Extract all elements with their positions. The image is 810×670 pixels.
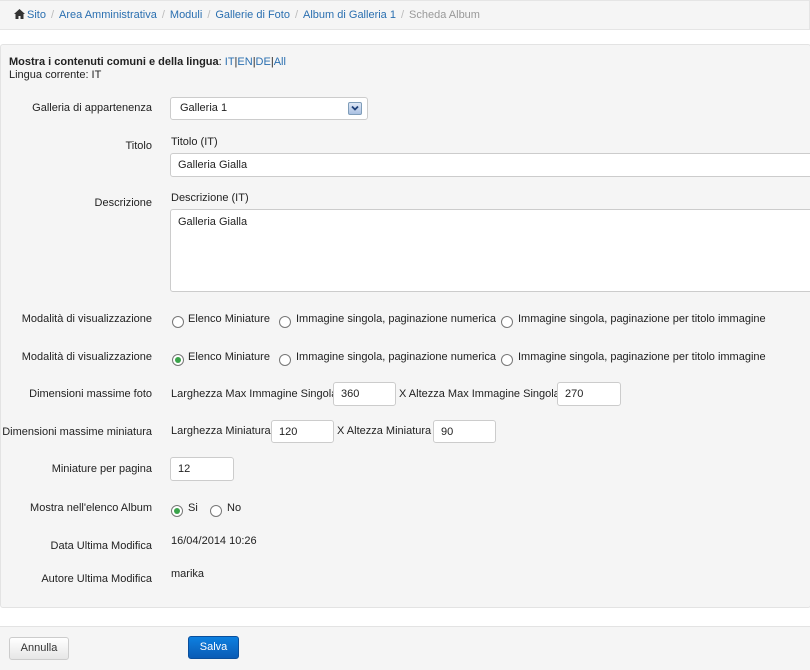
photo-height-input[interactable]: 270 — [557, 382, 621, 406]
gallery-select[interactable]: Galleria 1 — [170, 97, 368, 120]
photo-width-label: Larghezza Max Immagine Singola — [171, 388, 338, 400]
album-form: Mostra i contenuti comuni e della lingua… — [0, 44, 810, 608]
chevron-down-icon[interactable] — [348, 102, 362, 115]
breadcrumb-separator: / — [400, 9, 405, 21]
display-mode-1-radio-numeric[interactable] — [279, 316, 291, 328]
lang-link-en[interactable]: EN — [237, 56, 252, 68]
breadcrumb-sito[interactable]: Sito — [27, 9, 46, 21]
lang-link-all[interactable]: All — [274, 56, 286, 68]
lang-link-de[interactable]: DE — [256, 56, 271, 68]
display-mode-1-option-label: Elenco Miniature — [188, 313, 270, 325]
display-mode-1-radio-thumbs[interactable] — [172, 316, 184, 328]
thumb-size-label: Dimensioni massime miniatura — [2, 426, 152, 438]
display-mode-label: Modalità di visualizzazione — [21, 313, 152, 325]
display-mode-2-radio-numeric[interactable] — [279, 354, 291, 366]
home-icon[interactable] — [14, 9, 25, 22]
show-in-list-radio-si[interactable] — [171, 505, 183, 517]
breadcrumb-separator: / — [161, 9, 165, 21]
display-mode-label: Modalità di visualizzazione — [21, 351, 152, 363]
breadcrumb-area-amministrativa[interactable]: Area Amministrativa — [59, 9, 157, 21]
show-in-list-radio-no[interactable] — [210, 505, 222, 517]
show-in-list-label: Mostra nell'elenco Album — [30, 502, 152, 514]
display-mode-2-option-label: Elenco Miniature — [188, 351, 270, 363]
photo-height-label: X Altezza Max Immagine Singola — [399, 388, 560, 400]
last-author-value: marika — [171, 568, 205, 580]
per-page-label: Miniature per pagina — [51, 463, 152, 475]
language-heading: Mostra i contenuti comuni e della lingua — [9, 56, 219, 68]
language-colon: : — [218, 56, 222, 68]
description-sublabel: Descrizione (IT) — [171, 192, 249, 204]
last-modified-value: 16/04/2014 10:26 — [171, 535, 257, 547]
description-textarea[interactable]: Galleria Gialla — [170, 209, 810, 292]
title-label: Titolo — [125, 140, 153, 152]
photo-size-label: Dimensioni massime foto — [29, 388, 152, 400]
language-selector: Mostra i contenuti comuni e della lingua… — [9, 56, 286, 81]
breadcrumb-current: Scheda Album — [409, 9, 480, 21]
display-mode-1-radio-title[interactable] — [501, 316, 513, 328]
thumb-width-label: Larghezza Miniatura — [171, 425, 271, 437]
display-mode-1-option-label: Immagine singola, paginazione per titolo… — [518, 313, 766, 325]
display-mode-2-option-label: Immagine singola, paginazione per titolo… — [518, 351, 766, 363]
breadcrumb-separator: / — [294, 9, 299, 21]
thumb-width-input[interactable]: 120 — [271, 420, 334, 443]
photo-width-input[interactable]: 360 — [333, 382, 396, 406]
display-mode-2-radio-title[interactable] — [501, 354, 513, 366]
last-author-label: Autore Ultima Modifica — [41, 573, 152, 585]
display-mode-1-option-label: Immagine singola, paginazione numerica — [296, 313, 496, 325]
breadcrumb-separator: / — [207, 9, 211, 21]
gallery-label: Galleria di appartenenza — [32, 102, 152, 114]
thumb-height-label: X Altezza Miniatura — [337, 425, 432, 437]
breadcrumb-moduli[interactable]: Moduli — [170, 9, 202, 21]
gallery-select-value: Galleria 1 — [180, 102, 228, 114]
show-in-list-option-label: Si — [188, 502, 198, 514]
last-modified-label: Data Ultima Modifica — [50, 540, 152, 552]
lang-link-it[interactable]: IT — [225, 56, 235, 68]
per-page-input[interactable]: 12 — [170, 457, 234, 481]
current-language: Lingua corrente: IT — [9, 69, 102, 81]
display-mode-2-radio-thumbs[interactable] — [172, 354, 184, 366]
title-input[interactable]: Galleria Gialla — [170, 153, 810, 177]
display-mode-2-option-label: Immagine singola, paginazione numerica — [296, 351, 496, 363]
show-in-list-option-label: No — [227, 502, 242, 514]
breadcrumb-separator: / — [50, 9, 55, 21]
cancel-button[interactable]: Annulla — [9, 637, 69, 660]
description-label: Descrizione — [94, 197, 152, 209]
form-actions: Annulla Salva — [0, 626, 810, 670]
breadcrumb-album[interactable]: Album di Galleria 1 — [303, 9, 396, 21]
title-sublabel: Titolo (IT) — [171, 136, 218, 148]
save-button[interactable]: Salva — [188, 636, 239, 659]
breadcrumb: Sito / Area Amministrativa / Moduli / Gallerie… — [0, 0, 810, 30]
thumb-height-input[interactable]: 90 — [433, 420, 496, 443]
breadcrumb-gallerie[interactable]: Gallerie di Foto — [215, 9, 290, 21]
